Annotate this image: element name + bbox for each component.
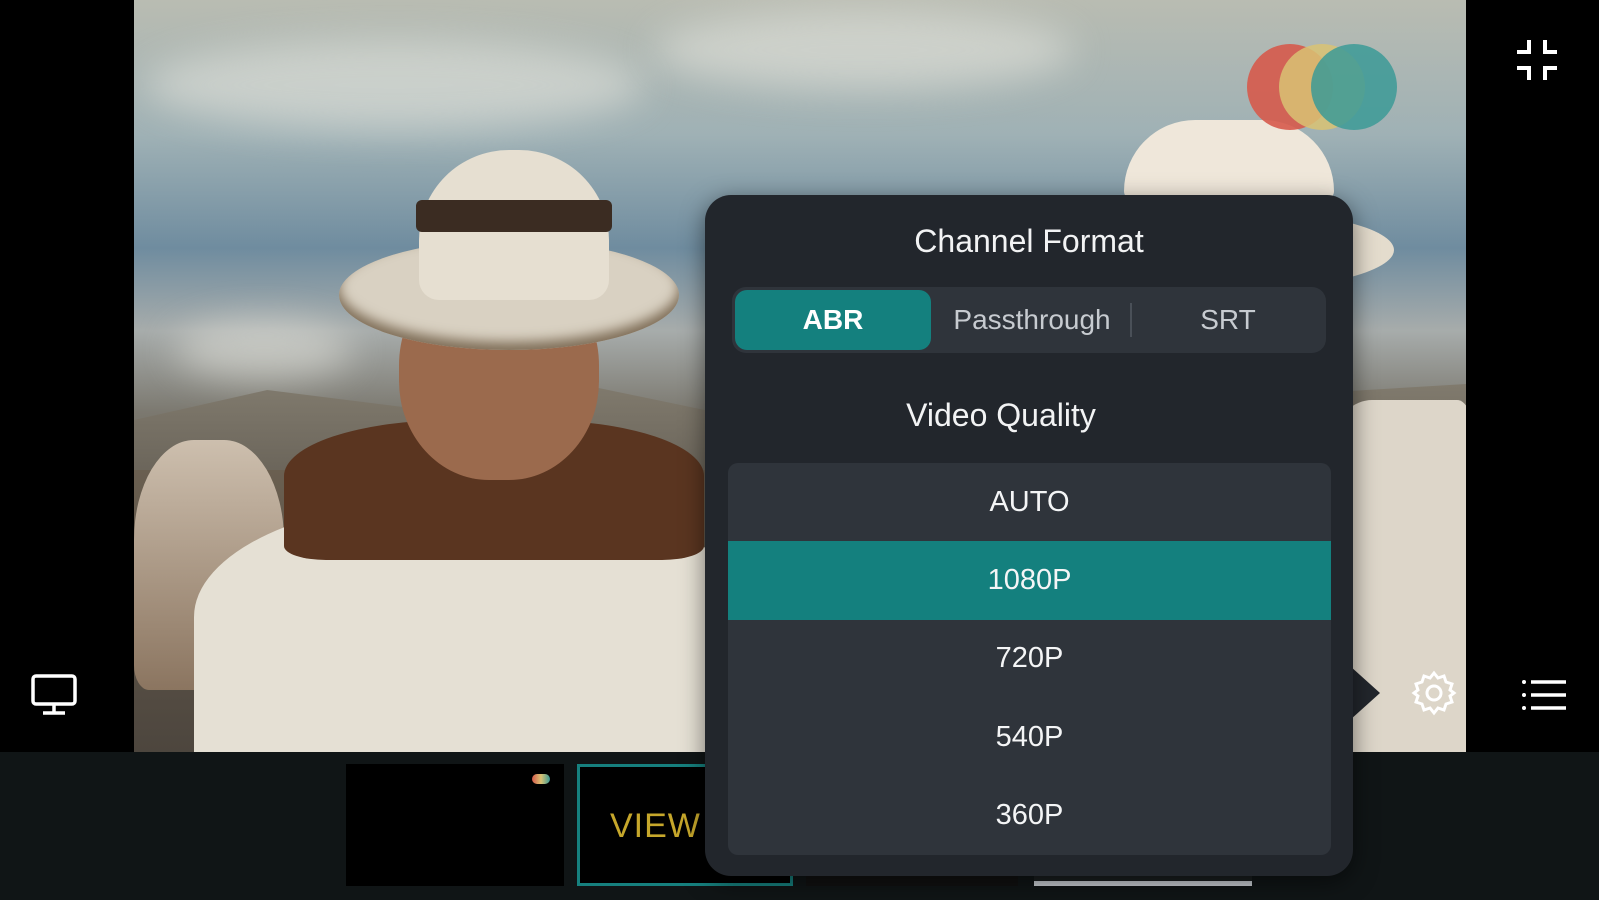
list-icon[interactable] [1521,678,1567,712]
format-option-passthrough[interactable]: Passthrough [934,287,1130,353]
popover-arrow [1350,666,1380,720]
logo-circle-teal [1311,44,1397,130]
cloud [144,40,644,130]
format-option-srt[interactable]: SRT [1130,287,1326,353]
gear-icon[interactable] [1411,670,1457,716]
channel-thumbnail[interactable] [346,764,564,886]
settings-popover: Channel Format ABR Passthrough SRT Video… [705,195,1353,876]
quality-option-540p[interactable]: 540P [728,698,1331,776]
segment-divider [1130,303,1132,337]
video-quality-list: AUTO 1080P 720P 540P 360P [728,463,1331,855]
cloud [654,10,1074,90]
format-option-srt-label: SRT [1200,304,1256,335]
quality-option-1080p[interactable]: 1080P [728,541,1331,620]
brand-logo [1247,44,1397,130]
cloud [174,320,354,380]
man-hat [1124,120,1334,200]
video-quality-title: Video Quality [906,397,1096,433]
quality-option-720p[interactable]: 720P [728,620,1331,698]
channel-format-title: Channel Format [914,223,1144,259]
thumbnail-label: VIEW [610,807,701,845]
right-rail [1466,0,1599,752]
monitor-icon[interactable] [30,673,78,717]
format-option-abr[interactable]: ABR [735,290,931,350]
woman-hat-band [416,200,612,232]
exit-fullscreen-icon[interactable] [1515,38,1559,82]
quality-option-360p[interactable]: 360P [728,777,1331,855]
channel-format-selector: ABR Passthrough SRT [732,287,1326,353]
quality-option-auto[interactable]: AUTO [728,463,1331,541]
left-rail [0,0,134,752]
logo-mini-icon [532,774,550,784]
